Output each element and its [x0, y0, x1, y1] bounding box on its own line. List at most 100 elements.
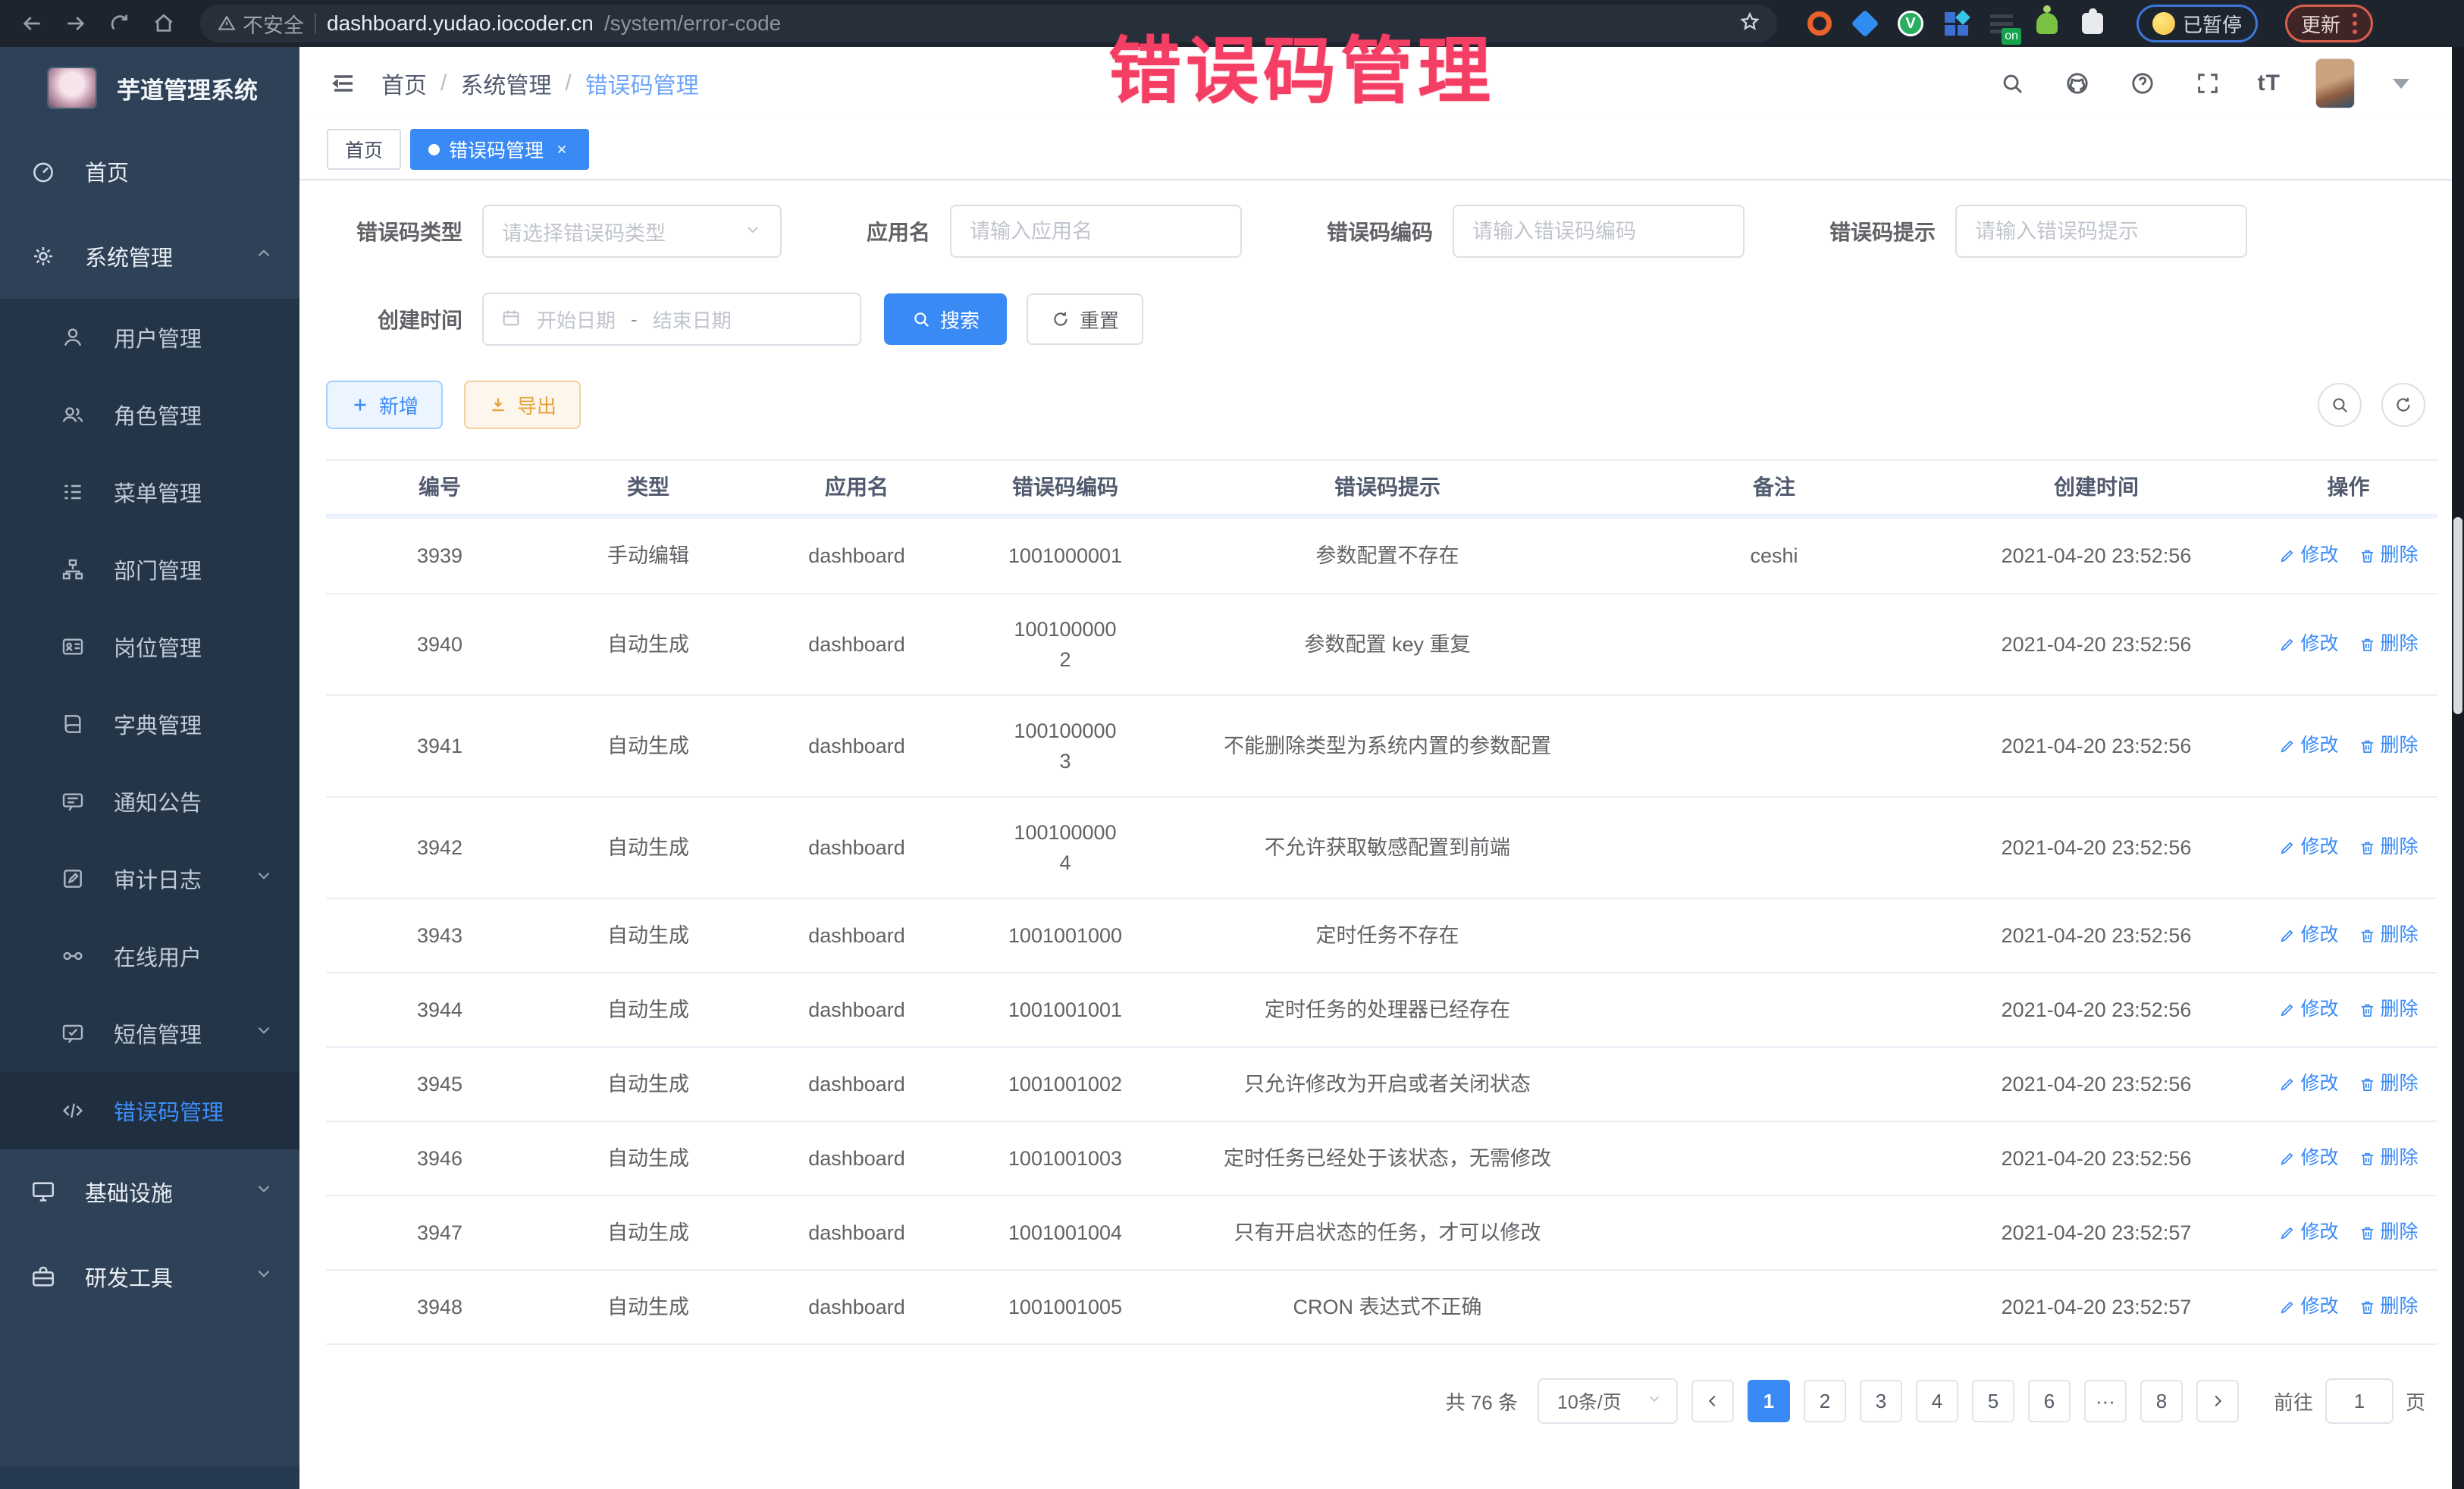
date-range-picker[interactable]: 开始日期 - 结束日期	[482, 293, 861, 346]
extension-list-on-icon[interactable]: on	[1986, 8, 2017, 39]
hamburger-icon[interactable]	[327, 67, 360, 100]
sidebar-item-posts[interactable]: 岗位管理	[0, 608, 299, 685]
app-name-input[interactable]	[950, 205, 1242, 258]
user-avatar[interactable]	[2315, 58, 2355, 108]
sidebar-item-sms[interactable]: 短信管理	[0, 995, 299, 1072]
cell-time: 2021-04-20 23:52:56	[1933, 723, 2259, 770]
error-type-select[interactable]: 请选择错误码类型	[482, 205, 782, 258]
breadcrumb-home[interactable]: 首页	[381, 67, 427, 100]
search-button[interactable]: 搜索	[884, 293, 1007, 345]
scrollbar-thumb[interactable]	[2453, 517, 2462, 714]
error-msg-input[interactable]	[1955, 205, 2247, 258]
extension-vue-icon[interactable]: V	[1895, 8, 1926, 39]
cell-id: 3947	[326, 1210, 553, 1256]
browser-update-button[interactable]: 更新	[2285, 5, 2373, 42]
edit-link[interactable]: 修改	[2278, 1144, 2338, 1173]
edit-link[interactable]: 修改	[2278, 1293, 2338, 1321]
extension-key-icon[interactable]	[2032, 8, 2062, 39]
delete-link[interactable]: 删除	[2359, 630, 2419, 659]
font-size-icon[interactable]: tT	[2258, 71, 2281, 96]
sidebar-item-online-users[interactable]: 在线用户	[0, 917, 299, 995]
page-size-select[interactable]: 10条/页	[1538, 1378, 1678, 1424]
page-button-2[interactable]: 2	[1804, 1380, 1846, 1422]
extensions-puzzle-icon[interactable]	[2077, 8, 2108, 39]
extension-orange-icon[interactable]	[1804, 8, 1835, 39]
page-button-5[interactable]: 5	[1972, 1380, 2014, 1422]
edit-link[interactable]: 修改	[2278, 921, 2338, 950]
sidebar-item-users[interactable]: 用户管理	[0, 299, 299, 376]
delete-link[interactable]: 删除	[2359, 541, 2419, 570]
select-placeholder: 请选择错误码类型	[502, 217, 744, 246]
chevron-right-icon	[2209, 1393, 2226, 1409]
page-button-3[interactable]: 3	[1860, 1380, 1902, 1422]
delete-link[interactable]: 删除	[2359, 1070, 2419, 1099]
address-bar[interactable]: 不安全 dashboard.yudao.iocoder.cn /system/e…	[200, 5, 1777, 42]
filter-row-2: 创建时间 开始日期 - 结束日期 搜索 重置	[326, 293, 2425, 346]
sidebar-item-dev-tools[interactable]: 研发工具	[0, 1234, 299, 1319]
goto-page-input[interactable]	[2325, 1378, 2393, 1424]
breadcrumb-section[interactable]: 系统管理	[460, 67, 551, 100]
edit-link[interactable]: 修改	[2278, 833, 2338, 862]
delete-link[interactable]: 删除	[2359, 1144, 2419, 1173]
bookmark-star-icon[interactable]	[1739, 11, 1760, 36]
delete-link[interactable]: 删除	[2359, 921, 2419, 950]
next-page-button[interactable]	[2196, 1380, 2239, 1422]
cell-memo	[1615, 637, 1933, 652]
sidebar-item-error-code[interactable]: 错误码管理	[0, 1072, 299, 1149]
sidebar-item-system[interactable]: 系统管理	[0, 214, 299, 299]
sidebar-item-dictionary[interactable]: 字典管理	[0, 685, 299, 763]
tab-home[interactable]: 首页	[327, 129, 401, 170]
edit-link[interactable]: 修改	[2278, 1218, 2338, 1247]
help-icon[interactable]	[2127, 68, 2158, 99]
code-icon	[61, 1099, 85, 1123]
avatar-caret-icon[interactable]	[2393, 79, 2409, 89]
sidebar-item-audit-log[interactable]: 审计日志	[0, 840, 299, 917]
edit-link[interactable]: 修改	[2278, 995, 2338, 1024]
show-search-button[interactable]	[2318, 383, 2362, 427]
sidebar-item-departments[interactable]: 部门管理	[0, 531, 299, 608]
github-icon[interactable]	[2062, 68, 2093, 99]
delete-link[interactable]: 删除	[2359, 1218, 2419, 1247]
sidebar-logo[interactable]: 芋道管理系统	[0, 47, 299, 129]
export-button[interactable]: 导出	[464, 381, 581, 429]
sidebar-item-home[interactable]: 首页	[0, 129, 299, 214]
profile-paused-pill[interactable]: 已暂停	[2136, 5, 2258, 42]
browser-back-icon[interactable]	[14, 5, 50, 42]
app-name-label: 应用名	[867, 216, 930, 246]
edit-link[interactable]: 修改	[2278, 541, 2338, 570]
browser-reload-icon[interactable]	[102, 5, 138, 42]
delete-link[interactable]: 删除	[2359, 1293, 2419, 1321]
page-ellipsis-button[interactable]: ···	[2084, 1380, 2127, 1422]
fullscreen-icon[interactable]	[2193, 68, 2223, 99]
sidebar-item-menus[interactable]: 菜单管理	[0, 453, 299, 531]
search-icon[interactable]	[1997, 68, 2027, 99]
close-icon[interactable]	[553, 140, 571, 158]
reset-button[interactable]: 重置	[1027, 293, 1143, 345]
browser-menu-icon[interactable]	[2353, 13, 2357, 34]
not-secure-warning[interactable]: 不安全	[217, 9, 304, 39]
sidebar-item-infrastructure[interactable]: 基础设施	[0, 1149, 299, 1234]
page-button-8[interactable]: 8	[2140, 1380, 2183, 1422]
window-scrollbar[interactable]	[2452, 47, 2464, 1489]
tab-error-code[interactable]: 错误码管理	[410, 129, 589, 170]
delete-link[interactable]: 删除	[2359, 732, 2419, 760]
error-code-input[interactable]	[1453, 205, 1745, 258]
prev-page-button[interactable]	[1691, 1380, 1734, 1422]
edit-link[interactable]: 修改	[2278, 732, 2338, 760]
browser-forward-icon[interactable]	[58, 5, 94, 42]
delete-link[interactable]: 删除	[2359, 995, 2419, 1024]
cell-msg: 不允许获取敏感配置到前端	[1160, 825, 1615, 871]
extension-grid-icon[interactable]	[1941, 8, 1971, 39]
page-button-1[interactable]: 1	[1748, 1380, 1790, 1422]
refresh-table-button[interactable]	[2381, 383, 2425, 427]
browser-home-icon[interactable]	[146, 5, 182, 42]
edit-link[interactable]: 修改	[2278, 1070, 2338, 1099]
page-button-6[interactable]: 6	[2028, 1380, 2071, 1422]
sidebar-item-notices[interactable]: 通知公告	[0, 763, 299, 840]
edit-link[interactable]: 修改	[2278, 630, 2338, 659]
sidebar-item-roles[interactable]: 角色管理	[0, 376, 299, 453]
extension-gem-icon[interactable]	[1850, 8, 1880, 39]
delete-link[interactable]: 删除	[2359, 833, 2419, 862]
add-button[interactable]: 新增	[326, 381, 443, 429]
page-button-4[interactable]: 4	[1916, 1380, 1958, 1422]
